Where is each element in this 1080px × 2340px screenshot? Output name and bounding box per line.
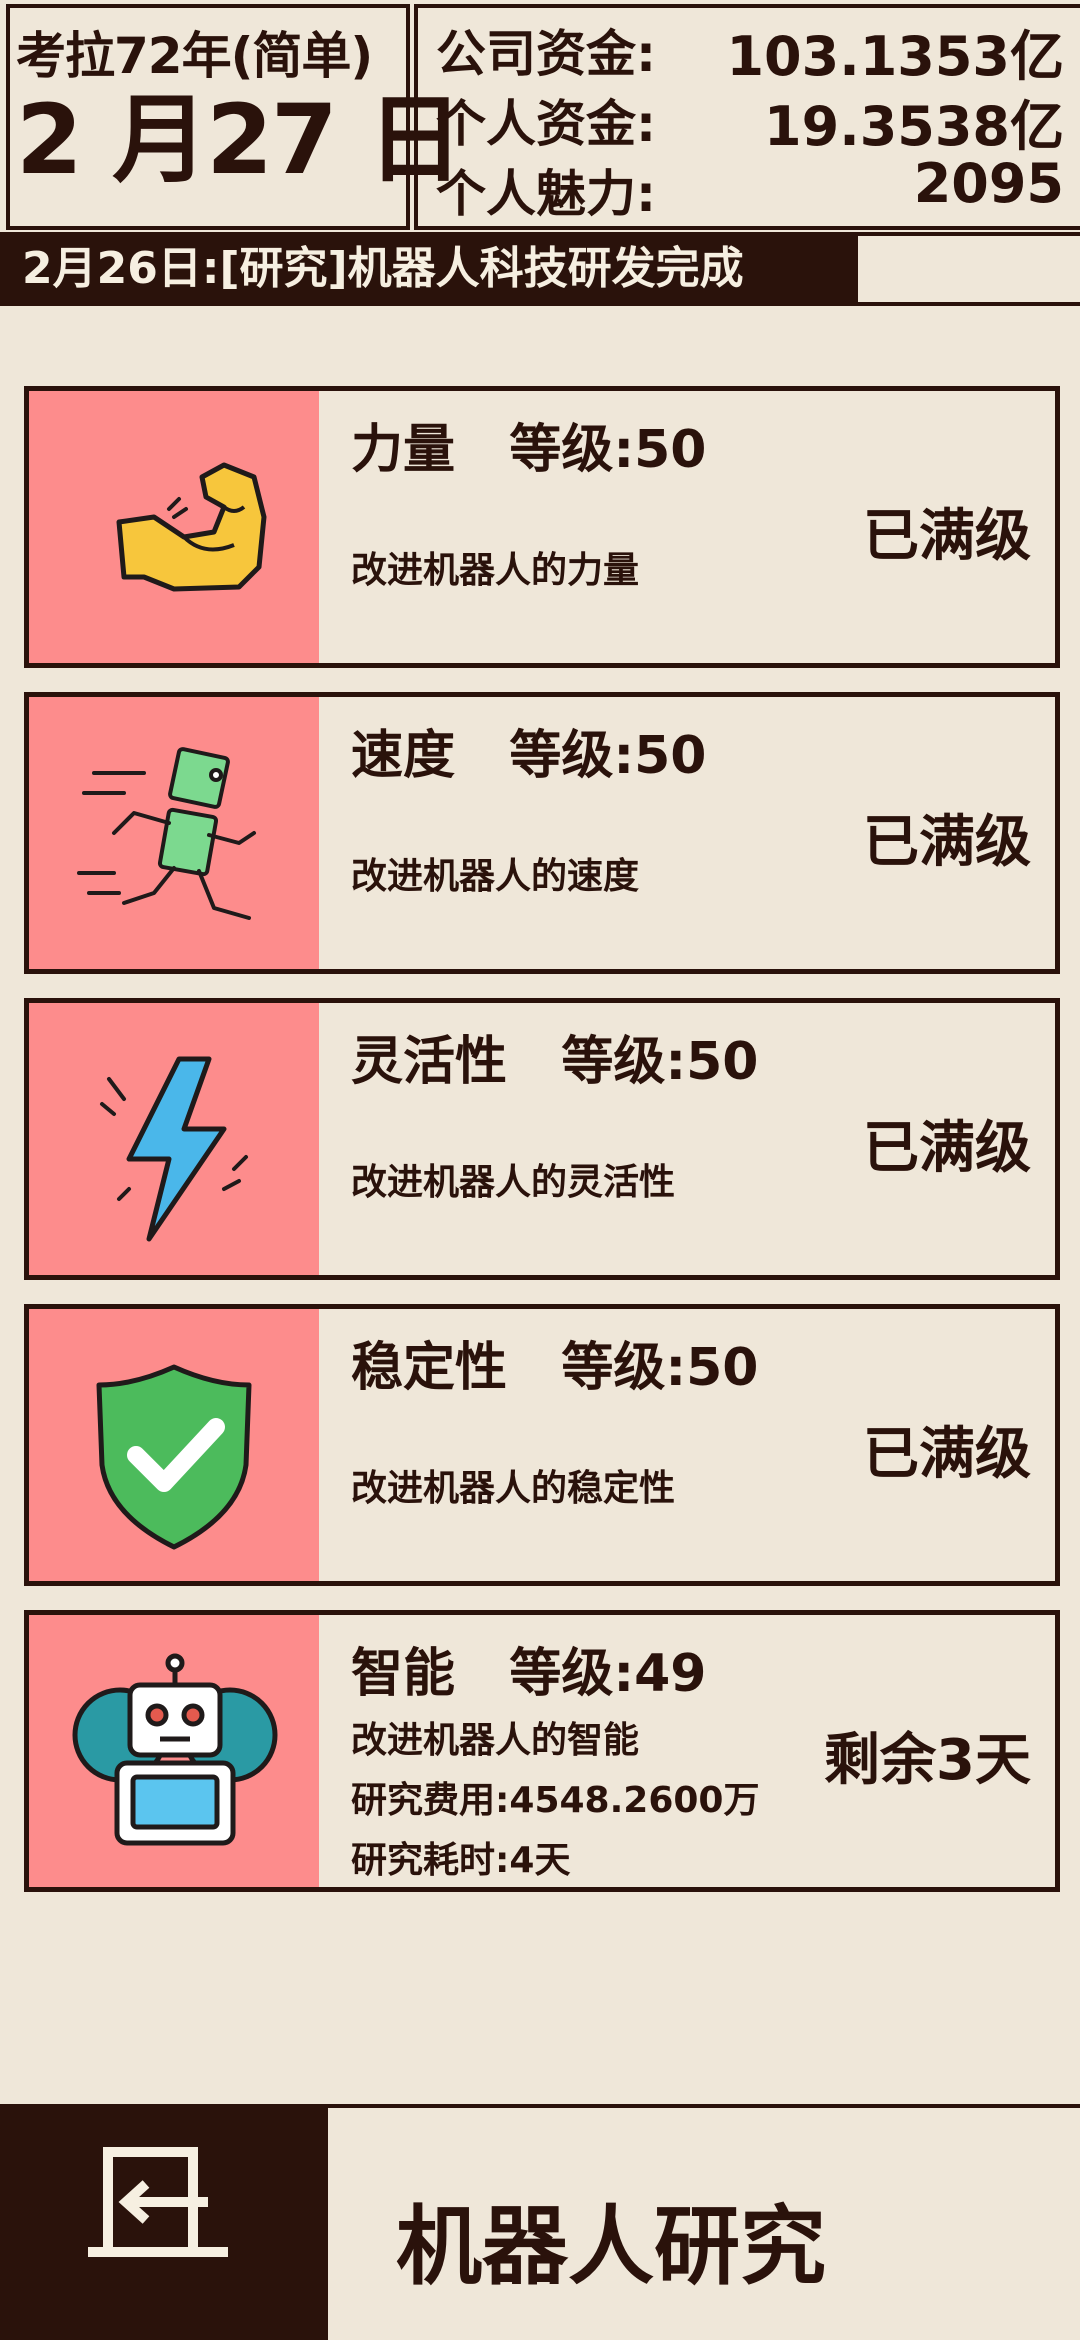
robot-gear-icon [72, 1653, 278, 1846]
card-icon-area [29, 391, 319, 663]
research-card-stability[interactable]: 稳定性 等级:50 改进机器人的稳定性 已满级 [24, 1304, 1060, 1586]
card-icon-area [29, 1615, 319, 1887]
card-icon-area [29, 1309, 319, 1581]
charisma-label: 个人魅力: [436, 165, 656, 223]
company-funds-label: 公司资金: [436, 25, 656, 83]
research-name: 稳定性 等级:50 [351, 1338, 759, 1398]
era-label: 考拉72年(简单) [16, 27, 373, 85]
research-name: 速度 等级:50 [351, 726, 707, 786]
running-robot-icon [77, 747, 256, 920]
research-name: 灵活性 等级:50 [351, 1032, 759, 1092]
news-ticker: 2月26日:[研究]机器人科技研发完成 [0, 232, 858, 306]
research-time: 研究耗时:4天 [351, 1840, 571, 1881]
research-status: 已满级 [863, 810, 1031, 875]
shield-check-icon [96, 1364, 252, 1550]
research-name: 力量 等级:50 [351, 420, 707, 480]
page-title: 机器人研究 [396, 2197, 826, 2297]
charisma-value: 2095 [913, 152, 1064, 215]
research-status: 已满级 [863, 1422, 1031, 1487]
muscle-arm-icon [116, 462, 267, 592]
personal-funds-value: 19.3538亿 [764, 95, 1064, 158]
research-name: 智能 等级:49 [351, 1644, 707, 1704]
research-card-speed[interactable]: 速度 等级:50 改进机器人的速度 已满级 [24, 692, 1060, 974]
research-desc: 改进机器人的智能 [351, 1720, 640, 1761]
news-ticker-tail [858, 232, 1080, 306]
research-desc: 改进机器人的力量 [351, 550, 640, 591]
research-status: 已满级 [863, 1116, 1031, 1181]
company-funds-value: 103.1353亿 [726, 25, 1064, 88]
research-remaining: 剩余3天 [824, 1728, 1031, 1793]
research-status: 已满级 [863, 504, 1031, 569]
research-desc: 改进机器人的稳定性 [351, 1468, 676, 1509]
research-cost: 研究费用:4548.2600万 [351, 1780, 760, 1821]
personal-funds-label: 个人资金: [436, 95, 656, 153]
back-button[interactable] [0, 2104, 328, 2340]
research-desc: 改进机器人的速度 [351, 856, 640, 897]
exit-door-icon [88, 2147, 228, 2257]
research-card-agility[interactable]: 灵活性 等级:50 改进机器人的灵活性 已满级 [24, 998, 1060, 1280]
research-card-strength[interactable]: 力量 等级:50 改进机器人的力量 已满级 [24, 386, 1060, 668]
lightning-icon [100, 1056, 248, 1242]
card-icon-area [29, 1003, 319, 1275]
research-desc: 改进机器人的灵活性 [351, 1162, 676, 1203]
current-date: 2 月27 日 [16, 84, 463, 196]
card-icon-area [29, 697, 319, 969]
research-card-intelligence[interactable]: 智能 等级:49 改进机器人的智能 研究费用:4548.2600万 研究耗时:4… [24, 1610, 1060, 1892]
